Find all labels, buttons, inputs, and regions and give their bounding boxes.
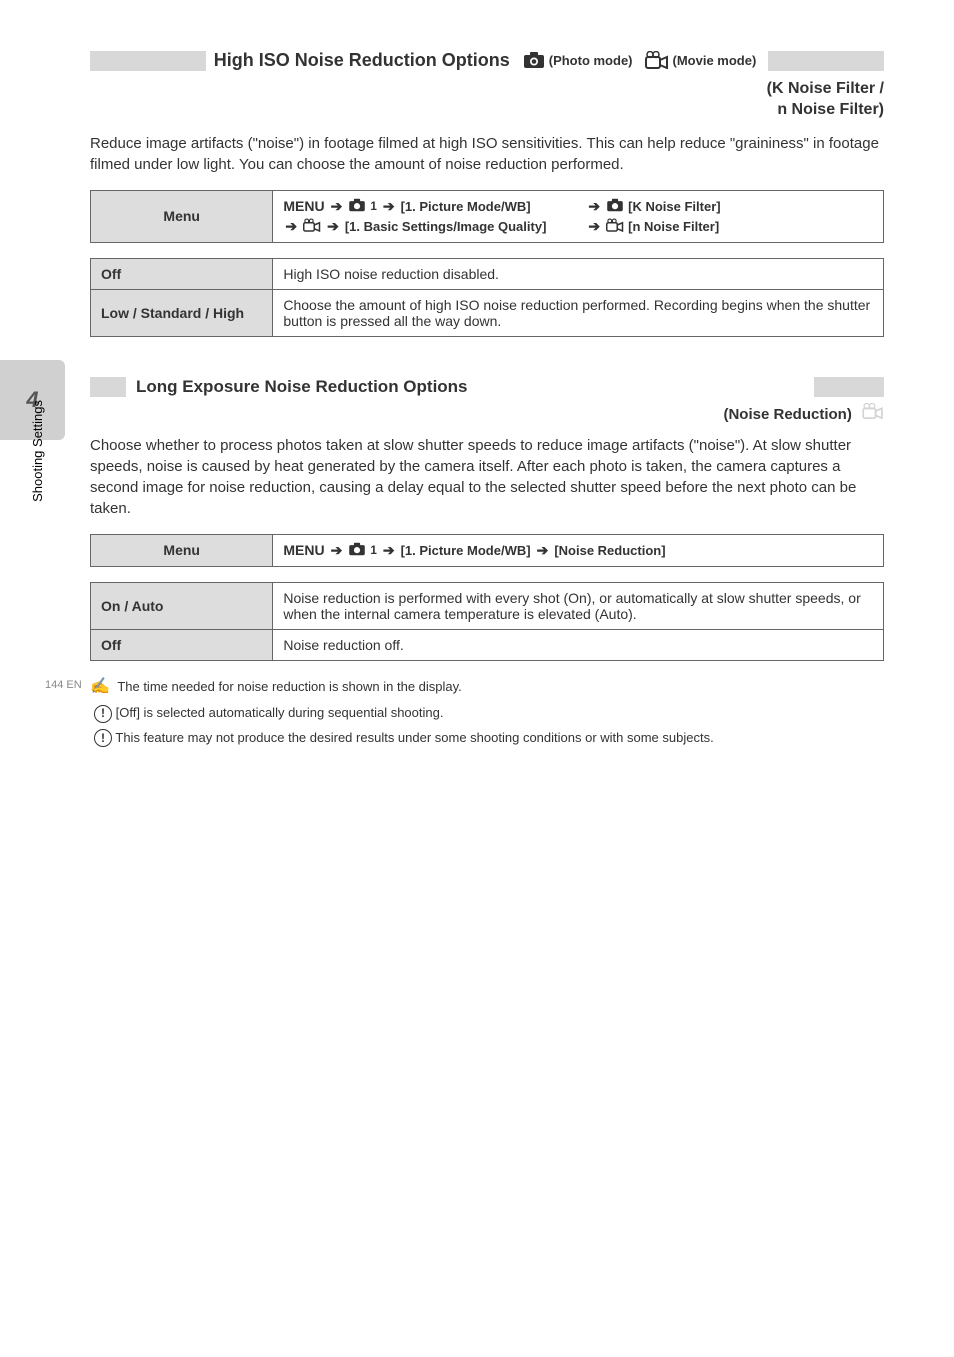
video-icon bbox=[303, 218, 321, 234]
camera-icon bbox=[523, 51, 545, 71]
arrow-right-icon: ➔ bbox=[588, 218, 600, 235]
row-label-levels: Low / Standard / High bbox=[91, 289, 273, 336]
row-label-off: Off bbox=[91, 258, 273, 289]
warning-bullet-2: ! This feature may not produce the desir… bbox=[90, 729, 884, 748]
section2-title: Long Exposure Noise Reduction Options bbox=[136, 377, 468, 396]
video-icon bbox=[606, 218, 624, 234]
table-row: Off High ISO noise reduction disabled. bbox=[91, 258, 884, 289]
page-number: 144 EN bbox=[45, 679, 82, 691]
video-icon-disabled bbox=[862, 403, 884, 422]
section1-header: High ISO Noise Reduction Options (Photo … bbox=[90, 50, 884, 71]
warning-icon: ! bbox=[94, 705, 112, 723]
menu-header: Menu bbox=[91, 190, 273, 242]
section1-options-table: Off High ISO noise reduction disabled. L… bbox=[90, 258, 884, 337]
camera-icon bbox=[348, 542, 366, 558]
row-desc: Noise reduction off. bbox=[273, 629, 884, 660]
row-desc: Noise reduction is performed with every … bbox=[273, 582, 884, 629]
section1-title: High ISO Noise Reduction Options bbox=[214, 50, 510, 71]
sidebar-vertical-label: Shooting Settings bbox=[30, 400, 45, 502]
menu-icon: MENU bbox=[283, 542, 324, 558]
arrow-right-icon: ➔ bbox=[588, 198, 600, 215]
arrow-right-icon: ➔ bbox=[327, 218, 339, 235]
warning-bullet-1: ! [Off] is selected automatically during… bbox=[90, 704, 884, 723]
menu-path-cell: MENU ➔ 1 ➔ [1. Picture Mode/WB] ➔ ➔ [1. … bbox=[273, 190, 884, 242]
arrow-right-icon: ➔ bbox=[383, 542, 395, 559]
section1-subtitle: (K Noise Filter / n Noise Filter) bbox=[90, 79, 884, 121]
row-label-off: Off bbox=[91, 629, 273, 660]
section2-menu-table: Menu MENU ➔ 1 ➔ [1. Picture Mode/WB] ➔ [… bbox=[90, 534, 884, 567]
table-row: Off Noise reduction off. bbox=[91, 629, 884, 660]
section2-paragraph: Choose whether to process photos taken a… bbox=[90, 435, 884, 519]
menu-header: Menu bbox=[91, 534, 273, 566]
tip-note: ✍ The time needed for noise reduction is… bbox=[90, 676, 884, 698]
camera-icon bbox=[606, 198, 624, 214]
section1-menu-table: Menu MENU ➔ 1 ➔ [1. Picture Mode/WB] ➔ ➔ bbox=[90, 190, 884, 243]
arrow-right-icon: ➔ bbox=[331, 542, 343, 559]
section2-subtitle: (Noise Reduction) bbox=[90, 403, 884, 423]
table-row: On / Auto Noise reduction is performed w… bbox=[91, 582, 884, 629]
table-row: Low / Standard / High Choose the amount … bbox=[91, 289, 884, 336]
tip-icon: ✍ bbox=[90, 676, 110, 698]
menu-path-cell: MENU ➔ 1 ➔ [1. Picture Mode/WB] ➔ [Noise… bbox=[273, 534, 884, 566]
video-icon bbox=[645, 51, 669, 71]
warning-icon: ! bbox=[94, 729, 112, 747]
section2-options-table: On / Auto Noise reduction is performed w… bbox=[90, 582, 884, 661]
mode-video: (Movie mode) bbox=[645, 51, 757, 71]
section1-paragraph: Reduce image artifacts ("noise") in foot… bbox=[90, 133, 884, 175]
row-label-on-auto: On / Auto bbox=[91, 582, 273, 629]
camera-icon bbox=[348, 198, 366, 214]
mode-photo: (Photo mode) bbox=[523, 51, 633, 71]
arrow-right-icon: ➔ bbox=[537, 542, 549, 559]
arrow-right-icon: ➔ bbox=[383, 198, 395, 215]
menu-icon: MENU bbox=[283, 198, 324, 214]
arrow-right-icon: ➔ bbox=[331, 198, 343, 215]
section2-header: Long Exposure Noise Reduction Options bbox=[90, 377, 884, 397]
arrow-right-icon: ➔ bbox=[285, 218, 297, 235]
row-desc: High ISO noise reduction disabled. bbox=[273, 258, 884, 289]
row-desc: Choose the amount of high ISO noise redu… bbox=[273, 289, 884, 336]
